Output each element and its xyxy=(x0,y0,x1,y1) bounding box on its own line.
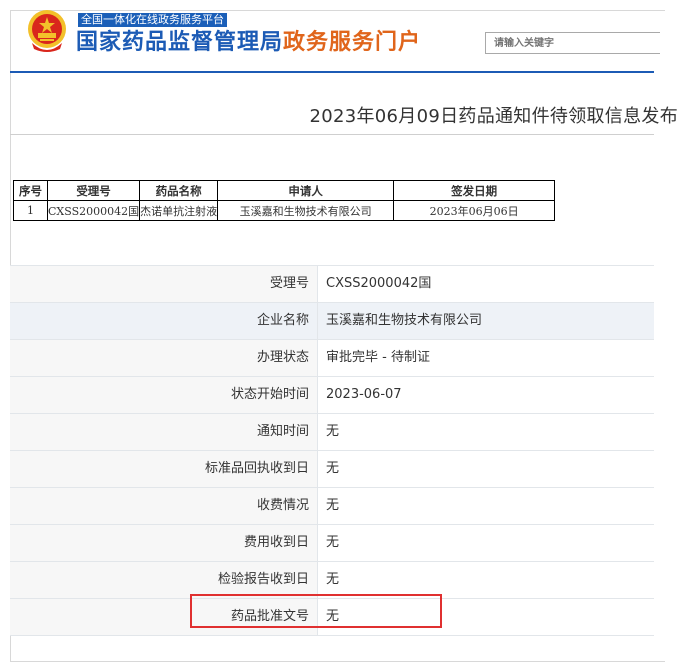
search-input[interactable] xyxy=(485,32,660,54)
detail-value: 审批完毕 - 待制证 xyxy=(317,340,654,376)
header-index: 序号 xyxy=(13,180,48,201)
national-emblem-icon xyxy=(26,9,68,55)
detail-row-notify-time: 通知时间 无 xyxy=(10,414,654,451)
detail-value: 2023-06-07 xyxy=(317,377,654,413)
site-name-accent: 政务服务门户 xyxy=(283,30,422,55)
title-divider xyxy=(10,134,654,135)
detail-row-fee-status: 收费情况 无 xyxy=(10,488,654,525)
detail-label: 状态开始时间 xyxy=(230,387,309,402)
header-divider xyxy=(10,71,654,73)
site-name-main: 国家药品监督管理局 xyxy=(76,30,284,55)
detail-label: 办理状态 xyxy=(256,350,309,365)
detail-label: 企业名称 xyxy=(256,313,309,328)
page-title: 2023年06月09日药品通知件待领取信息发布 xyxy=(309,106,678,127)
detail-row-status-start-time: 状态开始时间 2023-06-07 xyxy=(10,377,654,414)
detail-label: 受理号 xyxy=(269,276,309,291)
cell-applicant: 玉溪嘉和生物技术有限公司 xyxy=(217,200,395,221)
detail-label: 标准品回执收到日 xyxy=(204,461,309,476)
site-name[interactable]: 国家药品监督管理局政务服务门户 xyxy=(76,30,421,56)
detail-label: 收费情况 xyxy=(256,498,309,513)
detail-value: 无 xyxy=(317,414,654,450)
detail-row-standard-receipt-date: 标准品回执收到日 无 xyxy=(10,451,654,488)
detail-label: 费用收到日 xyxy=(243,535,309,550)
detail-value: 无 xyxy=(317,451,654,487)
detail-value: 无 xyxy=(317,562,654,598)
platform-tag[interactable]: 全国一体化在线政务服务平台 xyxy=(78,13,227,27)
notice-table: 序号 受理号 药品名称 申请人 签发日期 1 CXSS2000042国 杰诺单抗… xyxy=(13,180,556,221)
detail-value: CXSS2000042国 xyxy=(317,266,654,302)
cell-acceptance-no: CXSS2000042国 xyxy=(46,200,141,221)
cell-index: 1 xyxy=(13,200,48,221)
table-row[interactable]: 1 CXSS2000042国 杰诺单抗注射液 玉溪嘉和生物技术有限公司 2023… xyxy=(13,200,556,221)
header-issue-date: 签发日期 xyxy=(393,180,556,201)
header-drug-name: 药品名称 xyxy=(139,180,219,201)
detail-label: 通知时间 xyxy=(256,424,309,439)
detail-row-status: 办理状态 审批完毕 - 待制证 xyxy=(10,340,654,377)
cell-issue-date: 2023年06月06日 xyxy=(393,200,556,221)
cell-drug-name: 杰诺单抗注射液 xyxy=(139,200,219,221)
detail-value: 玉溪嘉和生物技术有限公司 xyxy=(317,303,654,339)
detail-label: 检验报告收到日 xyxy=(217,572,309,587)
detail-table: 受理号 CXSS2000042国 企业名称 玉溪嘉和生物技术有限公司 办理状态 … xyxy=(10,265,654,636)
detail-row-acceptance-no: 受理号 CXSS2000042国 xyxy=(10,266,654,303)
notice-table-header-row: 序号 受理号 药品名称 申请人 签发日期 xyxy=(13,180,556,201)
header-acceptance-no: 受理号 xyxy=(46,180,141,201)
detail-value: 无 xyxy=(317,488,654,524)
highlight-box xyxy=(190,594,442,628)
header-applicant: 申请人 xyxy=(217,180,395,201)
detail-value: 无 xyxy=(317,525,654,561)
detail-row-company-name: 企业名称 玉溪嘉和生物技术有限公司 xyxy=(10,303,654,340)
detail-row-fee-received-date: 费用收到日 无 xyxy=(10,525,654,562)
